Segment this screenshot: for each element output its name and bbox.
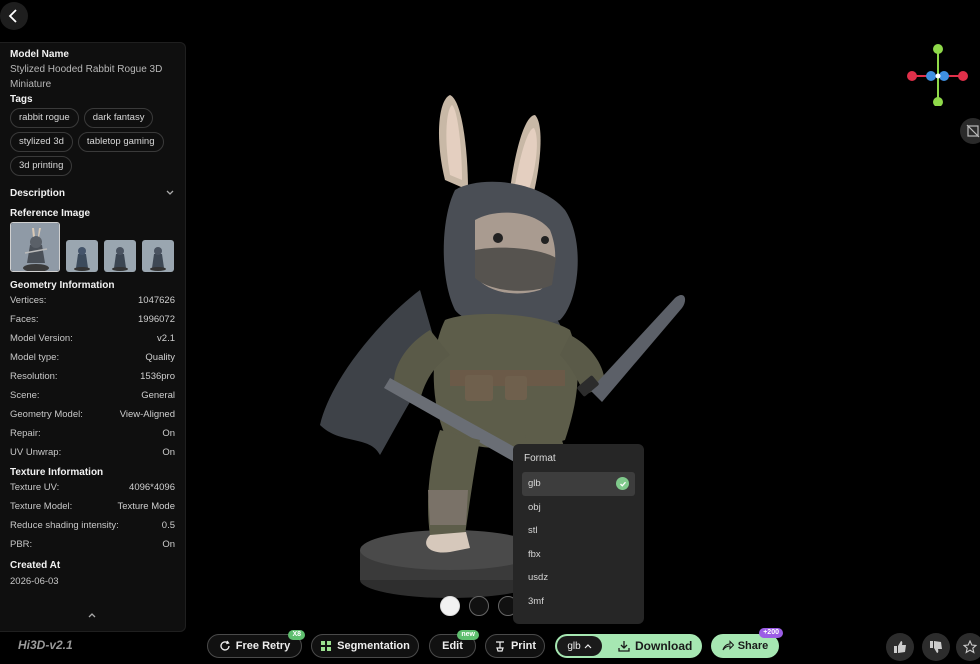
reference-images (10, 222, 175, 272)
axis-gizmo[interactable] (904, 42, 972, 107)
info-row: Repair: On (10, 428, 175, 439)
view-mode-textured[interactable] (440, 596, 460, 616)
new-badge: new (457, 630, 479, 640)
tags-title: Tags (10, 94, 33, 105)
description-toggle[interactable]: Description (10, 186, 175, 200)
free-retry-button[interactable]: Free Retry X8 (207, 630, 305, 658)
geometry-info-title: Geometry Information (10, 280, 115, 291)
model-3d-viewport[interactable] (270, 80, 730, 600)
format-select[interactable]: glb (557, 636, 602, 656)
like-button[interactable] (886, 633, 914, 661)
segmentation-button[interactable]: Segmentation (311, 634, 419, 658)
info-row: PBR: On (10, 539, 175, 550)
thumbs-down-icon (930, 641, 942, 653)
share-reward-badge: +200 (759, 628, 783, 638)
view-mode-switcher (440, 596, 518, 616)
info-row: UV Unwrap: On (10, 447, 175, 458)
texture-info-list: Texture UV: 4096*4096 Texture Model: Textu… (10, 478, 175, 554)
geometry-info-list: Vertices: 1047626 Faces: 1996072 Model Ver… (10, 291, 175, 462)
info-row: Model type: Quality (10, 352, 175, 363)
check-icon (616, 477, 629, 491)
format-option-stl[interactable]: stl (522, 519, 635, 543)
tag[interactable]: 3d printing (10, 156, 73, 176)
tag-list: rabbit rogue dark fantasy stylized 3d ta… (10, 108, 180, 176)
share-icon (722, 640, 734, 651)
reference-image-thumbnail[interactable] (142, 240, 174, 272)
chevron-up-icon (584, 644, 592, 649)
collapse-panel-button[interactable] (87, 611, 97, 622)
bottom-toolbar: Free Retry X8 Segmentation Edit new Prin… (0, 628, 980, 661)
tag[interactable]: tabletop gaming (77, 132, 164, 152)
texture-info-title: Texture Information (10, 467, 104, 478)
reference-image-thumbnail[interactable] (66, 240, 98, 272)
format-option-glb[interactable]: glb (522, 472, 635, 496)
share-button[interactable]: Share +200 (711, 628, 783, 658)
model-name-line-2: Miniature (10, 79, 52, 90)
format-option-obj[interactable]: obj (522, 496, 635, 520)
edit-button[interactable]: Edit new (429, 630, 479, 658)
grid-off-icon (966, 124, 980, 138)
info-row: Texture Model: Texture Mode (10, 501, 175, 512)
thumbs-up-icon (894, 641, 906, 653)
info-row: Reduce shading intensity: 0.5 (10, 520, 175, 531)
retry-count-badge: X8 (288, 630, 305, 640)
refresh-icon (220, 640, 230, 651)
info-row: Texture UV: 4096*4096 (10, 482, 175, 493)
print-icon (495, 641, 504, 652)
print-button[interactable]: Print (485, 634, 545, 658)
hide-grid-button[interactable] (960, 118, 980, 144)
axes-icon (907, 44, 968, 107)
dislike-button[interactable] (922, 633, 950, 661)
chevron-down-icon (166, 190, 174, 195)
tag[interactable]: dark fantasy (83, 108, 154, 128)
model-name-value: Stylized Hooded Rabbit Rogue 3D Miniatur… (10, 62, 175, 92)
format-dropdown-menu: Format glb obj stl fbx usdz 3mf (513, 444, 644, 624)
download-icon (618, 641, 630, 652)
model-name-line-1: Stylized Hooded Rabbit Rogue 3D (10, 64, 163, 75)
star-icon (963, 640, 977, 654)
download-button[interactable]: Download (618, 639, 692, 653)
download-group: glb Download (555, 634, 702, 658)
format-option-usdz[interactable]: usdz (522, 566, 635, 590)
info-row: Model Version: v2.1 (10, 333, 175, 344)
description-title: Description (10, 187, 66, 199)
info-row: Resolution: 1536pro (10, 371, 175, 382)
info-row: Vertices: 1047626 (10, 295, 175, 306)
reference-image-thumbnail[interactable] (104, 240, 136, 272)
info-row: Geometry Model: View-Aligned (10, 409, 175, 420)
created-at-value: 2026-06-03 (10, 576, 59, 587)
model-name-title: Model Name (10, 49, 69, 60)
back-button[interactable] (0, 2, 28, 30)
format-option-fbx[interactable]: fbx (522, 543, 635, 567)
info-row: Faces: 1996072 (10, 314, 175, 325)
format-menu-title: Format (524, 453, 556, 464)
created-at-title: Created At (10, 560, 61, 571)
info-row: Scene: General (10, 390, 175, 401)
favorite-button[interactable] (956, 633, 980, 661)
format-option-3mf[interactable]: 3mf (522, 590, 635, 614)
segmentation-icon (321, 641, 332, 651)
chevron-left-icon (8, 9, 17, 23)
view-mode-geometry[interactable] (469, 596, 489, 616)
chevron-up-icon (88, 613, 96, 618)
tag[interactable]: rabbit rogue (10, 108, 79, 128)
reference-image-title: Reference Image (10, 208, 91, 219)
tag[interactable]: stylized 3d (10, 132, 73, 152)
reference-image-thumbnail[interactable] (10, 222, 60, 272)
model-info-panel: Model Name Stylized Hooded Rabbit Rogue … (0, 42, 186, 632)
